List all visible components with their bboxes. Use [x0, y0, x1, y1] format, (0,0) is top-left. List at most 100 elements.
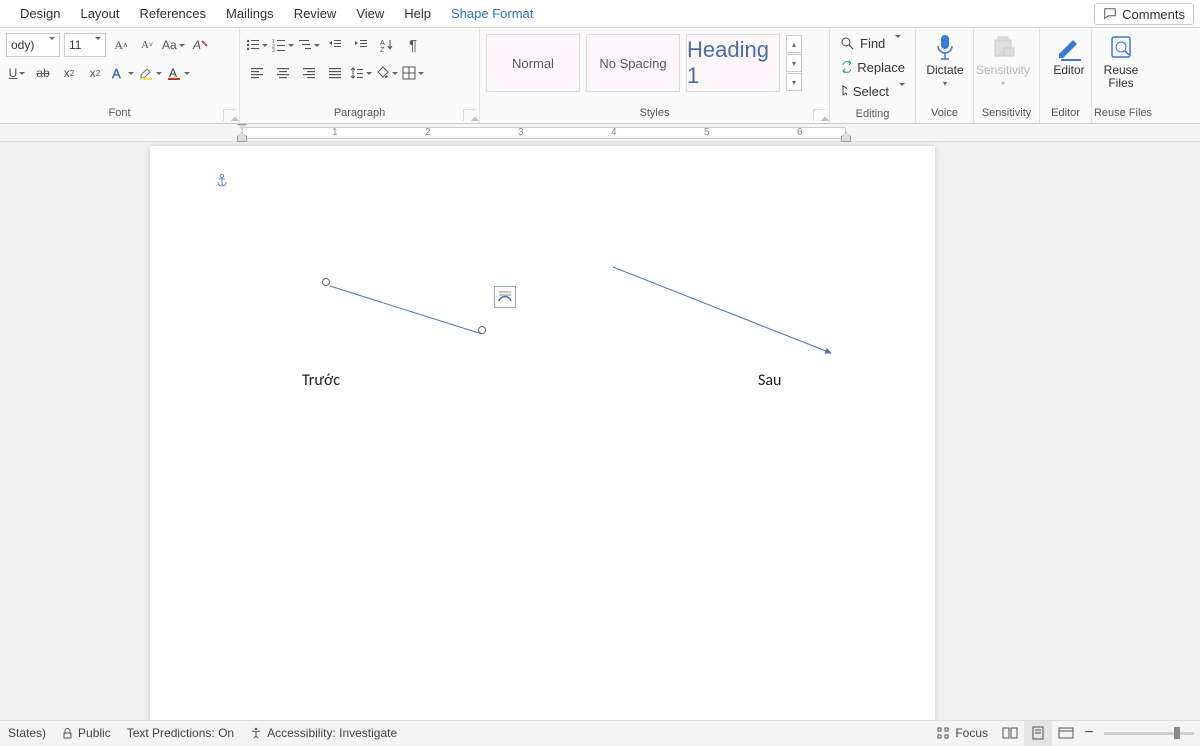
- status-predictions[interactable]: Text Predictions: On: [119, 721, 242, 746]
- line-handle-start[interactable]: [322, 278, 330, 286]
- font-color-button[interactable]: A: [166, 62, 190, 84]
- subscript-button[interactable]: x2: [58, 62, 80, 84]
- svg-text:A: A: [380, 40, 385, 47]
- tab-shape-format[interactable]: Shape Format: [441, 0, 543, 28]
- comment-icon: [1103, 7, 1117, 21]
- justify-button[interactable]: [324, 62, 346, 84]
- grow-font-button[interactable]: A˄: [110, 34, 132, 56]
- align-center-button[interactable]: [272, 62, 294, 84]
- numbering-icon: 123: [272, 38, 286, 52]
- styles-scroll-up[interactable]: ▴: [786, 35, 802, 53]
- paragraph-dialog-launcher[interactable]: [463, 109, 475, 121]
- search-icon: [840, 36, 854, 50]
- tab-review[interactable]: Review: [284, 0, 347, 28]
- superscript-button[interactable]: x2: [84, 62, 106, 84]
- reuse-files-button[interactable]: Reuse Files: [1092, 28, 1150, 90]
- styles-expand[interactable]: ▾: [786, 73, 802, 91]
- workspace[interactable]: Trước Sau: [0, 142, 1200, 720]
- align-left-button[interactable]: [246, 62, 268, 84]
- clear-formatting-button[interactable]: A: [189, 34, 211, 56]
- editing-group-label: Editing: [830, 106, 915, 123]
- numbering-button[interactable]: 123: [272, 34, 294, 56]
- change-case-button[interactable]: Aa: [162, 34, 185, 56]
- web-layout-icon: [1058, 727, 1074, 739]
- svg-text:A: A: [169, 66, 177, 80]
- paragraph-group-label: Paragraph: [240, 105, 479, 123]
- shape-line-before[interactable]: [326, 282, 486, 338]
- sensitivity-group-label: Sensitivity: [974, 105, 1039, 123]
- align-right-button[interactable]: [298, 62, 320, 84]
- document-page[interactable]: Trước Sau: [150, 146, 935, 720]
- reuse-group-label: Reuse Files: [1092, 105, 1154, 123]
- highlight-button[interactable]: [138, 62, 162, 84]
- layout-options-icon: [497, 289, 513, 305]
- group-editing: Find Replace Select Editing: [830, 28, 916, 123]
- tab-view[interactable]: View: [346, 0, 394, 28]
- find-button[interactable]: Find: [840, 32, 905, 54]
- sort-button[interactable]: AZ: [376, 34, 398, 56]
- web-layout-button[interactable]: [1052, 721, 1080, 746]
- svg-text:A: A: [192, 38, 201, 52]
- group-styles: Normal No Spacing Heading 1 ▴ ▾ ▾ Styles: [480, 28, 830, 123]
- text-before: Trước: [302, 371, 340, 390]
- highlight-icon: [138, 65, 154, 81]
- bullets-icon: [246, 38, 260, 52]
- shrink-font-button[interactable]: A˅: [136, 34, 158, 56]
- tab-references[interactable]: References: [130, 0, 216, 28]
- read-mode-icon: [1002, 727, 1018, 739]
- shading-icon: [376, 66, 390, 80]
- focus-mode-button[interactable]: Focus: [928, 721, 996, 746]
- style-normal[interactable]: Normal: [486, 34, 580, 92]
- font-size-select[interactable]: 11: [64, 33, 106, 57]
- dictate-button[interactable]: Dictate▾: [916, 28, 974, 90]
- status-accessibility[interactable]: Accessibility: Investigate: [242, 721, 405, 746]
- tab-help[interactable]: Help: [394, 0, 441, 28]
- sort-icon: AZ: [380, 38, 394, 52]
- bullets-button[interactable]: [246, 34, 268, 56]
- cursor-icon: [840, 84, 847, 98]
- tab-design[interactable]: Design: [10, 0, 70, 28]
- show-marks-button[interactable]: ¶: [402, 34, 424, 56]
- svg-text:Z: Z: [380, 47, 385, 52]
- align-center-icon: [276, 66, 290, 80]
- zoom-slider[interactable]: [1104, 732, 1194, 735]
- layout-options-button[interactable]: [494, 286, 516, 308]
- multilevel-button[interactable]: [298, 34, 320, 56]
- styles-scroll-down[interactable]: ▾: [786, 54, 802, 72]
- strikethrough-button[interactable]: ab: [32, 62, 54, 84]
- ruler[interactable]: 1 2 3 4 5 6: [0, 124, 1200, 142]
- editor-group-label: Editor: [1040, 105, 1091, 123]
- read-mode-button[interactable]: [996, 721, 1024, 746]
- zoom-out-button[interactable]: −: [1080, 721, 1098, 746]
- font-family-select[interactable]: ody): [6, 33, 60, 57]
- zoom-thumb[interactable]: [1174, 727, 1180, 739]
- replace-button[interactable]: Replace: [840, 56, 905, 78]
- sensitivity-button[interactable]: Sensitivity▾: [974, 28, 1032, 90]
- shape-arrow-after[interactable]: [609, 263, 839, 363]
- decrease-indent-button[interactable]: [324, 34, 346, 56]
- line-spacing-icon: [350, 66, 364, 80]
- line-spacing-button[interactable]: [350, 62, 372, 84]
- underline-button[interactable]: U: [6, 62, 28, 84]
- group-font: ody) 11 A˄ A˅ Aa A U ab x2 x2 A: [0, 28, 240, 123]
- text-effects-button[interactable]: A: [110, 62, 134, 84]
- styles-dialog-launcher[interactable]: [813, 109, 825, 121]
- shading-button[interactable]: [376, 62, 398, 84]
- style-heading-1[interactable]: Heading 1: [686, 34, 780, 92]
- justify-icon: [328, 66, 342, 80]
- line-handle-end[interactable]: [478, 326, 486, 334]
- status-public[interactable]: Public: [54, 721, 119, 746]
- print-layout-button[interactable]: [1024, 721, 1052, 746]
- status-language[interactable]: States): [0, 721, 54, 746]
- increase-indent-button[interactable]: [350, 34, 372, 56]
- select-button[interactable]: Select: [840, 80, 905, 102]
- tab-mailings[interactable]: Mailings: [216, 0, 284, 28]
- borders-button[interactable]: [402, 62, 424, 84]
- comments-button[interactable]: Comments: [1094, 3, 1194, 25]
- style-no-spacing[interactable]: No Spacing: [586, 34, 680, 92]
- accessibility-icon: [250, 727, 262, 739]
- editor-button[interactable]: Editor: [1040, 28, 1098, 77]
- group-sensitivity: Sensitivity▾ Sensitivity: [974, 28, 1040, 123]
- tab-layout[interactable]: Layout: [70, 0, 129, 28]
- font-dialog-launcher[interactable]: [223, 109, 235, 121]
